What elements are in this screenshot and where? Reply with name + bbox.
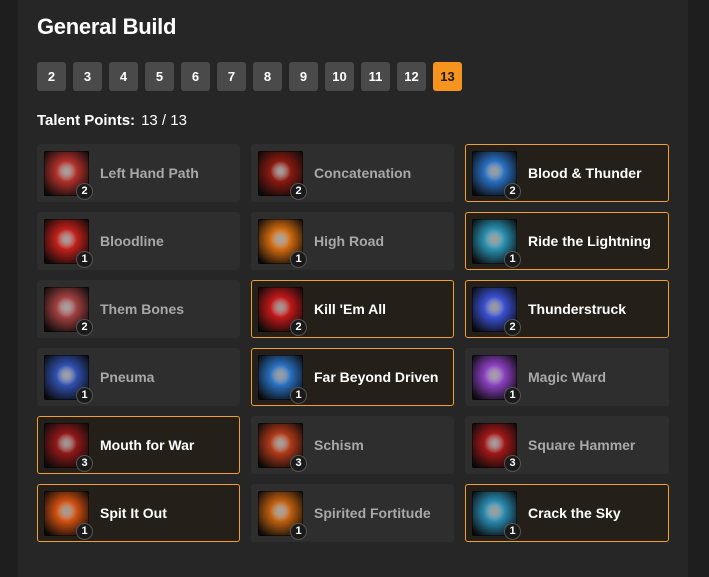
talent-rank-badge: 3 — [290, 454, 307, 472]
talent-points: Talent Points: 13 / 13 — [37, 112, 187, 129]
talent-rank-badge: 2 — [290, 182, 307, 200]
talent-rank-badge: 2 — [290, 318, 307, 336]
talent-rank-badge: 1 — [504, 386, 521, 404]
level-button-10[interactable]: 10 — [325, 62, 354, 91]
blood-orb-icon: 3 — [44, 422, 93, 472]
talent-card[interactable]: 1 High Road — [251, 212, 454, 270]
talent-card[interactable]: 2 Thunderstruck — [465, 280, 669, 338]
talent-name: Them Bones — [100, 301, 185, 317]
sky-crack-icon: 1 — [472, 490, 521, 540]
talent-name: Crack the Sky — [528, 505, 621, 521]
build-title: General Build — [37, 14, 177, 39]
talent-card[interactable]: 3 Schism — [251, 416, 454, 474]
skull-icon: 2 — [44, 286, 93, 336]
talent-card[interactable]: 1 Magic Ward — [465, 348, 669, 406]
talent-rank-badge: 1 — [290, 250, 307, 268]
fire-hammer-icon: 1 — [44, 490, 93, 540]
level-button-8[interactable]: 8 — [253, 62, 282, 91]
talent-name: Spirited Fortitude — [314, 505, 431, 521]
talent-rank-badge: 1 — [290, 386, 307, 404]
talent-name: Mouth for War — [100, 437, 195, 453]
talent-rank-badge: 2 — [504, 182, 521, 200]
talent-card[interactable]: 2 Concatenation — [251, 144, 454, 202]
talent-name: Concatenation — [314, 165, 412, 181]
lightning-storm-icon: 2 — [472, 150, 521, 200]
talent-card[interactable]: 2 Kill 'Em All — [251, 280, 454, 338]
talent-card[interactable]: 1 Far Beyond Driven — [251, 348, 454, 406]
talent-grid: 2 Left Hand Path 2 Concatenation 2 Blood & Th… — [37, 144, 669, 542]
talent-points-value: 13 / 13 — [141, 112, 187, 129]
lightning-bolt-icon: 2 — [472, 286, 521, 336]
talent-card[interactable]: 1 Spirited Fortitude — [251, 484, 454, 542]
talent-rank-badge: 1 — [504, 250, 521, 268]
level-button-7[interactable]: 7 — [217, 62, 246, 91]
level-button-12[interactable]: 12 — [397, 62, 426, 91]
level-button-5[interactable]: 5 — [145, 62, 174, 91]
talent-rank-badge: 2 — [504, 318, 521, 336]
split-face-icon: 3 — [258, 422, 307, 472]
level-button-6[interactable]: 6 — [181, 62, 210, 91]
talent-name: Left Hand Path — [100, 165, 199, 181]
talent-rank-badge: 2 — [76, 318, 93, 336]
talent-points-label: Talent Points: — [37, 112, 136, 129]
talent-rank-badge: 3 — [76, 454, 93, 472]
talent-card[interactable]: 2 Left Hand Path — [37, 144, 240, 202]
talent-card[interactable]: 1 Bloodline — [37, 212, 240, 270]
fire-runner-icon: 1 — [258, 218, 307, 268]
hammer-icon: 3 — [472, 422, 521, 472]
spirit-icon: 1 — [44, 354, 93, 404]
level-button-11[interactable]: 11 — [361, 62, 390, 91]
talent-name: Bloodline — [100, 233, 164, 249]
talent-name: Ride the Lightning — [528, 233, 651, 249]
talent-card[interactable]: 1 Pneuma — [37, 348, 240, 406]
talent-rank-badge: 1 — [76, 250, 93, 268]
talent-rank-badge: 1 — [504, 522, 521, 540]
talent-card[interactable]: 2 Them Bones — [37, 280, 240, 338]
talent-card[interactable]: 1 Crack the Sky — [465, 484, 669, 542]
talent-card[interactable]: 1 Ride the Lightning — [465, 212, 669, 270]
talent-name: Kill 'Em All — [314, 301, 387, 317]
talent-card[interactable]: 2 Blood & Thunder — [465, 144, 669, 202]
talent-name: Thunderstruck — [528, 301, 627, 317]
level-button-9[interactable]: 9 — [289, 62, 318, 91]
scroll-ward-icon: 1 — [472, 354, 521, 404]
level-button-3[interactable]: 3 — [73, 62, 102, 91]
talent-name: Blood & Thunder — [528, 165, 642, 181]
blood-slash-icon: 1 — [44, 218, 93, 268]
talent-name: Pneuma — [100, 369, 155, 385]
level-button-2[interactable]: 2 — [37, 62, 66, 91]
talent-card[interactable]: 1 Spit It Out — [37, 484, 240, 542]
level-button-13[interactable]: 13 — [433, 62, 462, 91]
talent-rank-badge: 1 — [76, 386, 93, 404]
flame-warrior-icon: 1 — [258, 490, 307, 540]
talent-name: Far Beyond Driven — [314, 369, 439, 385]
talent-rank-badge: 3 — [504, 454, 521, 472]
talent-card[interactable]: 3 Square Hammer — [465, 416, 669, 474]
talent-name: Schism — [314, 437, 364, 453]
ice-golem-icon: 1 — [258, 354, 307, 404]
talent-rank-badge: 1 — [290, 522, 307, 540]
talent-rank-badge: 2 — [76, 182, 93, 200]
lightning-golem-icon: 1 — [472, 218, 521, 268]
talent-name: High Road — [314, 233, 384, 249]
talent-name: Spit It Out — [100, 505, 167, 521]
level-button-4[interactable]: 4 — [109, 62, 138, 91]
talent-name: Square Hammer — [528, 437, 636, 453]
level-selector: 2 3 4 5 6 7 8 9 10 11 12 13 — [37, 62, 462, 91]
talent-rank-badge: 1 — [76, 522, 93, 540]
talent-card[interactable]: 3 Mouth for War — [37, 416, 240, 474]
skull-hand-icon: 2 — [44, 150, 93, 200]
talent-name: Magic Ward — [528, 369, 607, 385]
blood-vortex-icon: 2 — [258, 286, 307, 336]
fire-chain-icon: 2 — [258, 150, 307, 200]
